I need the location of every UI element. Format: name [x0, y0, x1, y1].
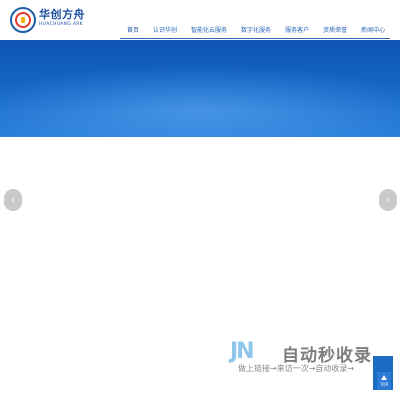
nav-divider	[120, 38, 390, 39]
nav-item-digital-service[interactable]: 数字化服务	[234, 0, 278, 40]
back-to-top-button[interactable]: TOP	[377, 372, 391, 390]
carousel-prev-button[interactable]: ‹	[4, 189, 22, 211]
nav-item-cloud-service[interactable]: 智能化云服务	[184, 0, 234, 40]
nav-item-about[interactable]: 认识华创	[146, 0, 184, 40]
watermark-logo-icon: JN	[230, 339, 255, 364]
nav-item-news[interactable]: 新闻中心	[354, 0, 392, 40]
watermark: JN 自动秒收录 做上链接→来访一次→自动收录→	[226, 336, 386, 384]
back-to-top-label: TOP	[379, 382, 388, 387]
nav-item-home[interactable]: 首页	[120, 0, 146, 40]
logo[interactable]: 华创方舟 HUACHUANG ARK	[10, 6, 85, 36]
nav-item-honors[interactable]: 资质荣誉	[316, 0, 354, 40]
main-nav: 首页 认识华创 智能化云服务 数字化服务 服务客户 资质荣誉 新闻中心	[120, 0, 392, 40]
logo-name-en: HUACHUANG ARK	[39, 22, 83, 27]
logo-name-cn: 华创方舟	[39, 8, 85, 21]
logo-emblem-icon	[10, 7, 36, 33]
site-header: 华创方舟 HUACHUANG ARK 首页 认识华创 智能化云服务 数字化服务 …	[0, 0, 400, 40]
carousel-next-button[interactable]: ›	[379, 189, 397, 211]
arrow-up-icon	[381, 375, 387, 380]
watermark-subtitle: 做上链接→来访一次→自动收录→	[238, 364, 355, 373]
banner-glow	[0, 65, 400, 137]
hero-banner	[0, 40, 400, 137]
nav-item-clients[interactable]: 服务客户	[278, 0, 316, 40]
